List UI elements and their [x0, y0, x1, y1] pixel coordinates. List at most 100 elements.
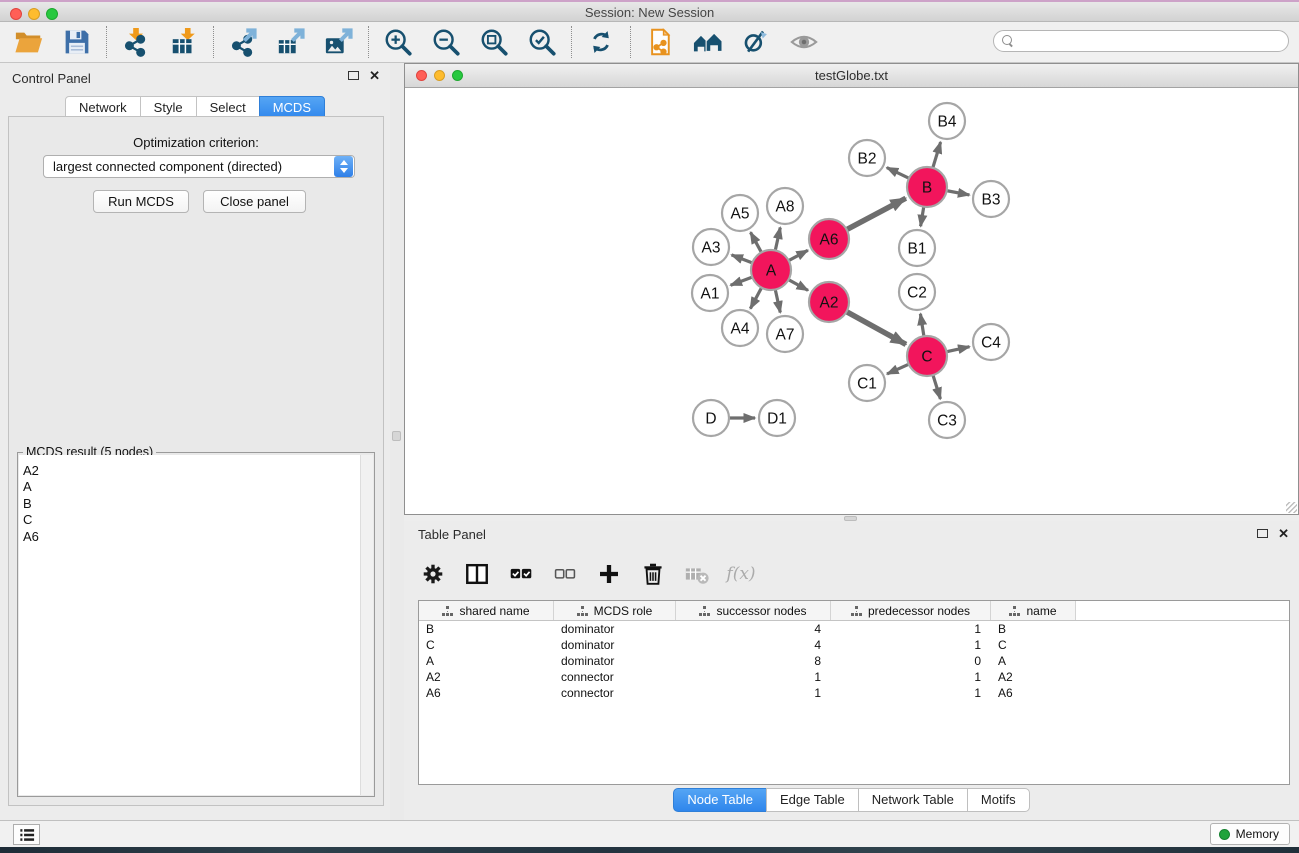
edge-A-A8[interactable]: [775, 227, 780, 251]
column-header-shared-name[interactable]: shared name: [419, 601, 554, 620]
cell[interactable]: 1: [676, 685, 831, 701]
network-graph[interactable]: AA1A2A3A4A5A6A7A8BB1B2B3B4CC1C2C3C4DD1: [405, 88, 1298, 514]
node-D1[interactable]: D1: [759, 400, 795, 436]
column-header-name[interactable]: name: [991, 601, 1076, 620]
edge-A-A3[interactable]: [732, 255, 754, 263]
node-A8[interactable]: A8: [767, 188, 803, 224]
node-A3[interactable]: A3: [693, 229, 729, 265]
window-resize-grip[interactable]: [1286, 502, 1297, 513]
export-image-icon[interactable]: [323, 26, 355, 58]
search-input[interactable]: [1014, 32, 1288, 50]
cell[interactable]: C: [991, 637, 1076, 653]
show-hide-icon[interactable]: [788, 26, 820, 58]
edge-C-C1[interactable]: [887, 364, 910, 374]
column-header-successor-nodes[interactable]: successor nodes: [676, 601, 831, 620]
cell[interactable]: dominator: [554, 637, 676, 653]
run-mcds-button[interactable]: Run MCDS: [93, 190, 189, 213]
select-all-icon[interactable]: [506, 559, 536, 589]
result-scrollbar[interactable]: [360, 455, 373, 795]
zoom-fit-icon[interactable]: [478, 26, 510, 58]
node-A5[interactable]: A5: [722, 195, 758, 231]
cell[interactable]: A2: [419, 669, 554, 685]
cell[interactable]: A6: [419, 685, 554, 701]
cell[interactable]: dominator: [554, 621, 676, 637]
open-icon[interactable]: [13, 26, 45, 58]
task-history-button[interactable]: [13, 824, 40, 845]
edge-A-A7[interactable]: [775, 289, 780, 313]
edge-A2-C[interactable]: [846, 311, 906, 344]
cell[interactable]: 4: [676, 621, 831, 637]
columns-icon[interactable]: [462, 559, 492, 589]
cell[interactable]: 8: [676, 653, 831, 669]
export-network-icon[interactable]: [227, 26, 259, 58]
edge-C-C2[interactable]: [920, 314, 924, 337]
edge-C-C3[interactable]: [933, 374, 941, 399]
cell[interactable]: A: [991, 653, 1076, 669]
cell[interactable]: 1: [831, 685, 991, 701]
cell[interactable]: 4: [676, 637, 831, 653]
cell[interactable]: 1: [831, 669, 991, 685]
edge-C-C4[interactable]: [946, 347, 970, 352]
node-B[interactable]: B: [907, 167, 947, 207]
home-icon[interactable]: [692, 26, 724, 58]
cell[interactable]: C: [419, 637, 554, 653]
table-row[interactable]: Cdominator41C: [419, 637, 1289, 653]
table-row[interactable]: Adominator80A: [419, 653, 1289, 669]
annotations-icon[interactable]: [740, 26, 772, 58]
function-builder-icon[interactable]: f(x): [726, 559, 756, 589]
edge-B-B3[interactable]: [946, 191, 970, 195]
tab-network-table[interactable]: Network Table: [858, 788, 968, 812]
node-A6[interactable]: A6: [809, 219, 849, 259]
network-canvas[interactable]: AA1A2A3A4A5A6A7A8BB1B2B3B4CC1C2C3C4DD1: [405, 88, 1298, 514]
edge-A-A2[interactable]: [788, 279, 808, 290]
node-B3[interactable]: B3: [973, 181, 1009, 217]
zoom-in-icon[interactable]: [382, 26, 414, 58]
close-panel-icon[interactable]: ✕: [369, 70, 380, 81]
cell[interactable]: 1: [831, 637, 991, 653]
edge-B-B1[interactable]: [921, 206, 924, 227]
memory-button[interactable]: Memory: [1210, 823, 1290, 845]
close-panel-button[interactable]: Close panel: [203, 190, 306, 213]
node-A7[interactable]: A7: [767, 316, 803, 352]
close-table-panel-icon[interactable]: ✕: [1278, 528, 1289, 539]
vertical-splitter[interactable]: [390, 63, 404, 823]
edge-B-B2[interactable]: [887, 168, 910, 179]
refresh-icon[interactable]: [585, 26, 617, 58]
edge-A-A1[interactable]: [731, 277, 754, 286]
criterion-dropdown[interactable]: largest connected component (directed): [43, 155, 355, 178]
cell[interactable]: B: [419, 621, 554, 637]
horizontal-splitter-grip[interactable]: [844, 516, 857, 521]
table-row[interactable]: A2connector11A2: [419, 669, 1289, 685]
network-file-icon[interactable]: [644, 26, 676, 58]
node-A1[interactable]: A1: [692, 275, 728, 311]
delete-table-icon[interactable]: [682, 559, 712, 589]
node-A2[interactable]: A2: [809, 282, 849, 322]
deselect-all-icon[interactable]: [550, 559, 580, 589]
node-C4[interactable]: C4: [973, 324, 1009, 360]
node-D[interactable]: D: [693, 400, 729, 436]
vertical-splitter-grip[interactable]: [392, 431, 401, 441]
edge-B-B4[interactable]: [933, 142, 941, 169]
import-network-icon[interactable]: [120, 26, 152, 58]
mcds-result-list[interactable]: A2ABCA6: [19, 455, 360, 795]
import-table-icon[interactable]: [168, 26, 200, 58]
edge-A-A4[interactable]: [750, 287, 762, 309]
table-row[interactable]: Bdominator41B: [419, 621, 1289, 637]
cell[interactable]: connector: [554, 669, 676, 685]
float-panel-icon[interactable]: [348, 71, 359, 80]
gear-icon[interactable]: [418, 559, 448, 589]
float-table-panel-icon[interactable]: [1257, 529, 1268, 538]
edge-A-A6[interactable]: [788, 250, 808, 261]
trash-icon[interactable]: [638, 559, 668, 589]
edge-A6-B[interactable]: [846, 198, 906, 230]
cell[interactable]: B: [991, 621, 1076, 637]
save-icon[interactable]: [61, 26, 93, 58]
cell[interactable]: dominator: [554, 653, 676, 669]
zoom-out-icon[interactable]: [430, 26, 462, 58]
column-header-predecessor-nodes[interactable]: predecessor nodes: [831, 601, 991, 620]
node-B1[interactable]: B1: [899, 230, 935, 266]
node-C[interactable]: C: [907, 336, 947, 376]
edge-A-A5[interactable]: [751, 232, 762, 253]
zoom-selected-icon[interactable]: [526, 26, 558, 58]
tab-edge-table[interactable]: Edge Table: [766, 788, 859, 812]
